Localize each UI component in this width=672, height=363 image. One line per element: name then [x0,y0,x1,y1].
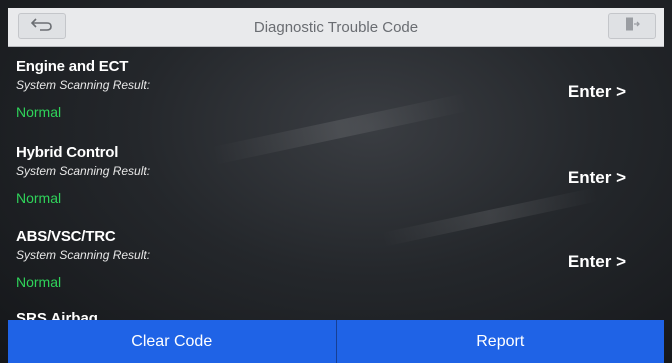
status-text: Normal [16,190,62,206]
enter-button[interactable]: Enter > [568,82,626,102]
list-item-hybrid-control[interactable]: Hybrid Control System Scanning Result: N… [8,132,664,218]
scan-result-label: System Scanning Result: [16,248,151,262]
enter-button[interactable]: Enter > [568,252,626,272]
system-name-partial[interactable]: SRS Airbag [16,310,98,320]
header-bar: Diagnostic Trouble Code [8,8,664,47]
system-list: Engine and ECT System Scanning Result: N… [8,46,664,320]
footer-bar: Clear Code Report [8,320,664,363]
enter-button[interactable]: Enter > [568,168,626,188]
report-button[interactable]: Report [336,320,664,363]
list-item-abs-vsc-trc[interactable]: ABS/VSC/TRC System Scanning Result: Norm… [8,216,664,302]
clear-code-button[interactable]: Clear Code [8,320,337,363]
system-name: ABS/VSC/TRC [16,228,116,245]
scan-result-label: System Scanning Result: [16,78,151,92]
status-text: Normal [16,104,62,120]
system-name: Engine and ECT [16,58,129,75]
list-item-engine-and-ect[interactable]: Engine and ECT System Scanning Result: N… [8,46,664,132]
scan-result-label: System Scanning Result: [16,164,151,178]
exit-icon [624,16,640,37]
screen: Diagnostic Trouble Code Engine and ECT S… [0,0,672,363]
system-name: Hybrid Control [16,144,119,161]
exit-button[interactable] [608,13,656,39]
status-text: Normal [16,274,62,290]
page-title: Diagnostic Trouble Code [253,19,419,36]
